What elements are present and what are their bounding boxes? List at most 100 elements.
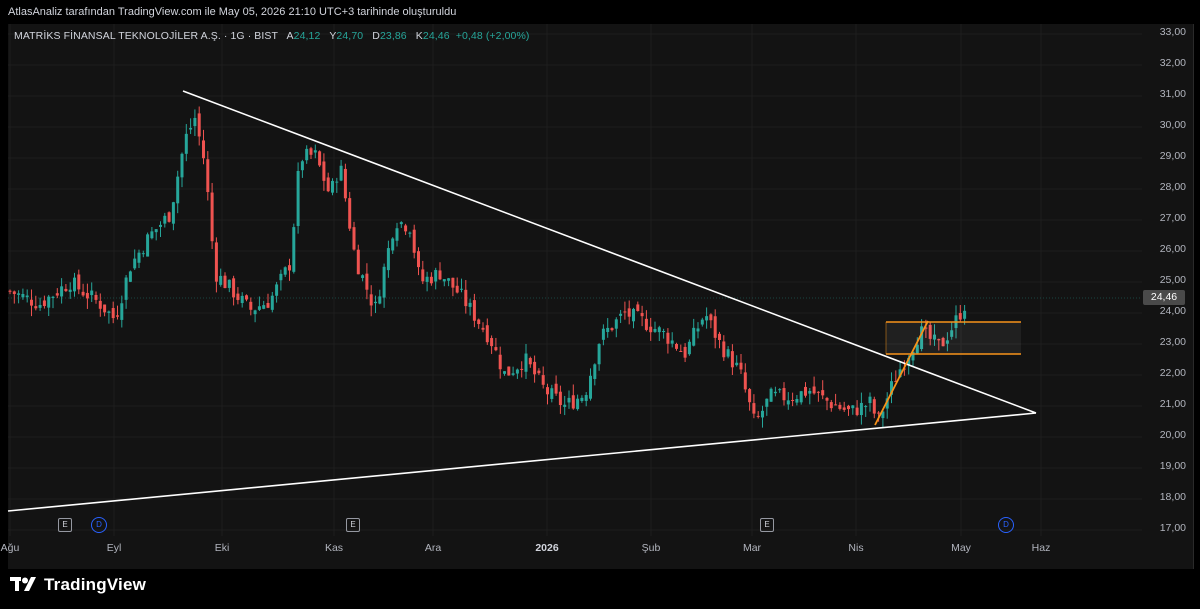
candle-body [25,295,29,298]
time-tick: Haz [1031,542,1051,554]
price-tick: 18,00 [1159,491,1186,503]
candle-body [653,328,657,332]
candle-body [189,127,193,130]
candle-body [184,133,188,154]
candle-body [176,176,180,204]
candle-body [563,404,567,407]
candle-body [821,390,825,396]
dividend-event-icon[interactable]: D [91,517,107,533]
candle-body [412,229,416,253]
candle-body [322,161,326,181]
price-tick: 23,00 [1159,336,1186,348]
candle-body [318,151,322,166]
candle-body [309,148,313,155]
time-tick: Şub [641,542,661,554]
candle-body [541,375,545,385]
candle-body [825,397,829,401]
candle-body [666,332,670,344]
dividend-event-icon[interactable]: D [998,517,1014,533]
price-tick: 26,00 [1159,243,1186,255]
candle-body [193,117,197,127]
candle-body [64,288,68,292]
close-label: K [415,30,423,42]
candle-body [159,224,162,227]
candle-body [120,303,124,320]
open-value: 24,12 [293,30,321,42]
candle-body [851,405,855,409]
candle-body [795,399,799,403]
candle-body [769,388,773,402]
candle-body [507,366,511,376]
candle-body [180,153,184,178]
candle-body [399,222,403,225]
candle-body [197,113,201,137]
candle-body [481,327,485,330]
ascending-trendline [7,412,1037,512]
candle-body [391,238,395,251]
high-value: 24,70 [336,30,364,42]
time-tick: Eyl [106,542,122,554]
candle-body [718,333,721,341]
candle-body [38,304,42,308]
candle-body [554,383,558,394]
symbol-legend[interactable]: MATRİKS FİNANSAL TEKNOLOJİLER A.Ş. · 1G … [14,30,530,42]
candle-body [786,400,790,405]
time-tick: Mar [742,542,762,554]
candle-body [227,279,231,288]
candlestick-chart[interactable] [0,0,1200,569]
candle-body [872,399,876,414]
candle-body [546,387,549,395]
candle-body [262,305,266,309]
candle-body [963,310,967,319]
candle-body [348,198,352,229]
candle-body [743,372,747,390]
price-tick: 27,00 [1159,212,1186,224]
time-tick: Kas [324,542,344,554]
candle-body [812,386,816,394]
candle-body [378,296,382,304]
candle-body [619,313,623,316]
candle-body [485,325,489,343]
candle-body [855,407,859,415]
symbol-name: MATRİKS FİNANSAL TEKNOLOJİLER A.Ş. · 1G … [14,30,279,42]
candle-body [21,293,25,298]
candle-body [460,288,463,290]
candle-body [756,415,760,417]
candle-body [606,327,610,333]
earnings-event-icon[interactable]: E [58,518,72,532]
candle-body [696,328,700,332]
candle-body [864,406,868,408]
grid-lines [8,24,1142,536]
candle-body [232,278,236,298]
candle-body [589,375,592,399]
candle-body [494,347,498,351]
price-tick: 28,00 [1159,181,1186,193]
earnings-event-icon[interactable]: E [760,518,774,532]
candle-body [124,277,128,300]
tradingview-logo[interactable]: TradingView [10,574,146,596]
time-tick: May [951,542,971,554]
candle-body [447,278,451,281]
candle-body [331,180,334,193]
candle-body [649,326,653,333]
candle-body [361,275,365,278]
price-tick: 17,00 [1159,522,1186,534]
candles [8,106,967,428]
candle-body [687,341,691,355]
price-axis[interactable]: 33,00 32,00 31,00 30,00 29,00 28,00 27,0… [1142,24,1192,544]
candle-body [343,168,347,199]
candle-body [236,293,240,301]
candle-body [576,398,580,410]
earnings-event-icon[interactable]: E [346,518,360,532]
candle-body [868,396,872,404]
candle-body [12,291,16,295]
candle-body [395,228,399,241]
candle-body [85,292,89,299]
price-tick: 32,00 [1159,57,1186,69]
candle-body [842,407,846,410]
candle-body [417,251,420,268]
candle-body [623,311,627,313]
candle-body [709,314,713,321]
candle-body [657,327,661,333]
candle-body [571,395,575,409]
